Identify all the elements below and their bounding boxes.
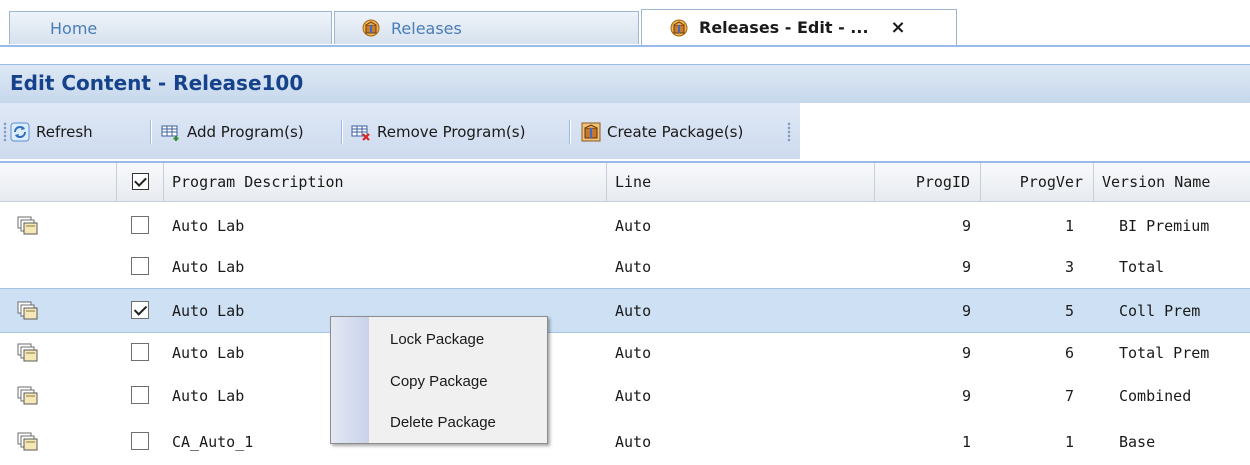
page-title: Edit Content - Release100 [10,71,304,95]
tab-releases[interactable]: Releases [334,11,639,44]
cell-version-name: Total [1119,258,1165,276]
row-checkbox[interactable] [131,216,149,234]
cell-version-name: Total Prem [1119,344,1210,362]
toolbar-separator [150,120,152,144]
refresh-icon [10,122,30,142]
row-checkbox[interactable] [131,301,149,319]
context-menu-gutter [331,317,369,443]
cell-progver: 5 [1064,302,1074,320]
create-packages-button[interactable]: Create Package(s) [581,120,743,144]
package-icon [17,343,39,363]
cell-progver: 3 [1064,258,1074,276]
toolbar-separator [341,120,343,144]
column-header-icon[interactable] [0,163,117,201]
package-box-icon [581,122,601,142]
table-row[interactable]: Auto Lab Auto 9 5 Coll Prem [0,288,1250,333]
tab-bar: Home Releases Releases - Edit - ... × [0,0,1250,46]
cell-line: Auto [615,258,652,276]
refresh-button[interactable]: Refresh [10,120,93,144]
row-checkbox[interactable] [131,257,149,275]
cell-progid: 9 [961,258,971,276]
tab-strip-border [0,45,1250,47]
column-header-version-name[interactable]: Version Name [1094,163,1250,201]
cell-version-name: Base [1119,433,1156,451]
select-all-checkbox[interactable] [132,173,149,190]
table-row[interactable]: Auto Lab Auto 9 7 Combined [0,374,1250,419]
copy-package-menu-item[interactable]: Copy Package [390,373,488,390]
lock-package-menu-item[interactable]: Lock Package [390,331,484,348]
add-programs-label: Add Program(s) [187,123,304,141]
toolbar-overflow-handle[interactable] [787,122,791,142]
release-box-icon [361,18,381,38]
tab-label: Home [50,18,98,38]
panel-header: Edit Content - Release100 [0,64,1250,104]
row-checkbox[interactable] [131,432,149,450]
tab-home[interactable]: Home [9,11,332,44]
column-header-progver[interactable]: ProgVer [981,163,1094,201]
cell-line: Auto [615,387,652,405]
refresh-label: Refresh [36,123,93,141]
grid-header: Program Description Line ProgID ProgVer … [0,163,1250,202]
table-row[interactable]: Auto Lab Auto 9 1 BI Premium [0,204,1250,249]
column-header-select-all[interactable] [117,163,164,201]
cell-version-name: Combined [1119,387,1192,405]
table-row[interactable]: CA_Auto_1 Auto 1 1 Base [0,420,1250,465]
create-packages-label: Create Package(s) [607,123,744,141]
cell-line: Auto [615,302,652,320]
tab-label: Releases - Edit - ... [699,18,869,37]
delete-package-menu-item[interactable]: Delete Package [390,414,496,431]
tab-label: Releases [391,18,462,38]
remove-programs-label: Remove Program(s) [377,123,526,141]
table-row[interactable]: Auto Lab Auto 9 3 Total [0,245,1250,290]
release-box-icon [669,18,689,38]
package-icon [17,432,39,452]
toolbar-empty-area [800,103,1250,159]
toolbar-separator [569,120,571,144]
cell-line: Auto [615,433,652,451]
cell-progid: 9 [961,344,971,362]
toolbar: Refresh Add Program(s) Remove Program(s)… [0,103,800,159]
package-icon [17,386,39,406]
cell-progid: 9 [961,217,971,235]
table-row[interactable]: Auto Lab Auto 9 6 Total Prem [0,331,1250,376]
row-checkbox[interactable] [131,386,149,404]
add-program-icon [161,125,179,141]
row-checkbox[interactable] [131,343,149,361]
package-icon [17,301,39,321]
column-header-line[interactable]: Line [607,163,875,201]
context-menu: Lock Package Copy Package Delete Package [330,316,548,444]
column-header-program-description[interactable]: Program Description [164,163,607,201]
cell-progver: 7 [1064,387,1074,405]
cell-line: Auto [615,217,652,235]
remove-program-icon [351,125,370,141]
toolbar-grip-handle[interactable] [3,122,7,142]
cell-version-name: Coll Prem [1119,302,1201,320]
package-icon [17,216,39,236]
cell-line: Auto [615,344,652,362]
tab-release-edit[interactable]: Releases - Edit - ... × [641,9,957,45]
cell-progid: 9 [961,387,971,405]
cell-program-description: Auto Lab [172,217,245,235]
close-icon[interactable]: × [891,17,906,38]
cell-program-description: Auto Lab [172,258,245,276]
cell-progid: 9 [961,302,971,320]
cell-progid: 1 [961,433,971,451]
column-header-progid[interactable]: ProgID [875,163,981,201]
cell-version-name: BI Premium [1119,217,1210,235]
cell-progver: 6 [1064,344,1074,362]
cell-progver: 1 [1064,433,1074,451]
cell-progver: 1 [1064,217,1074,235]
add-programs-button[interactable]: Add Program(s) [161,120,304,144]
remove-programs-button[interactable]: Remove Program(s) [351,120,525,144]
